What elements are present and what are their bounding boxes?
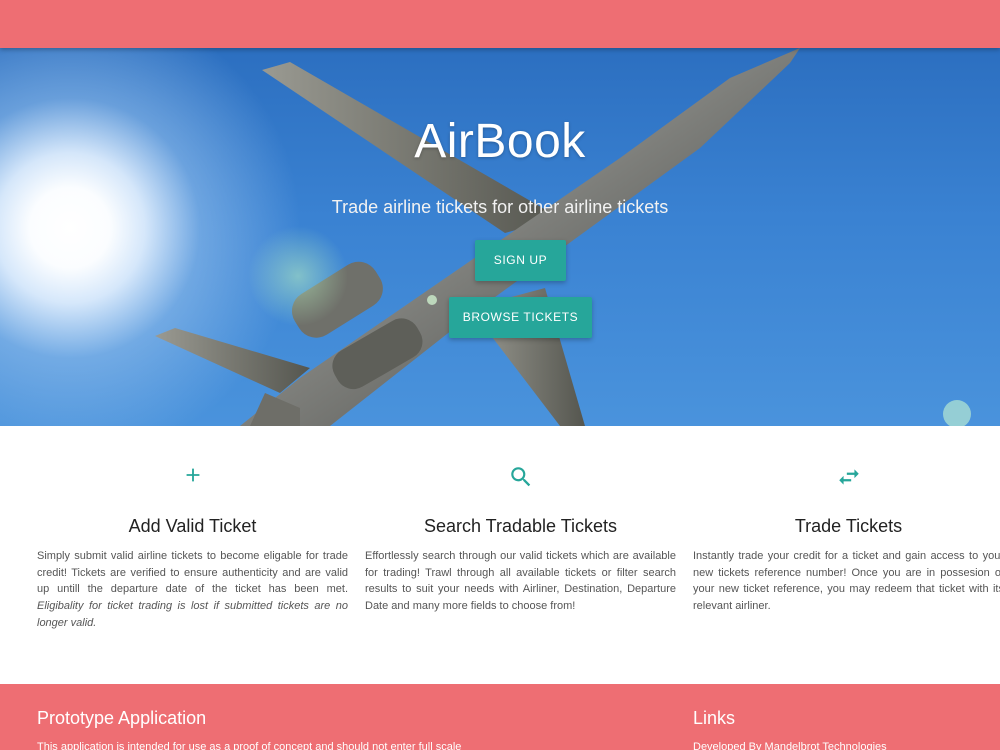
airplane-photo [155,48,971,426]
page-footer: Prototype Application This application i… [0,684,1000,750]
footer-text-left: This application is intended for use as … [37,741,462,750]
browse-tickets-button[interactable]: BROWSE TICKETS [449,297,592,338]
hero-title: AirBook [414,115,586,168]
feature-note: Eligibality for ticket trading is lost i… [37,600,348,629]
add-icon [186,468,199,482]
footer-title-left: Prototype Application [37,708,207,728]
hero-banner: AirBook Trade airline tickets for other … [0,48,1000,426]
hero-subtitle: Trade airline tickets for other airline … [331,197,669,217]
feature-title: Search Tradable Tickets [423,516,618,536]
search-icon [510,467,530,487]
footer-links-title: Links [693,708,736,728]
top-navbar [0,0,1000,48]
feature-title: Trade Tickets [794,516,903,536]
sign-up-button[interactable]: SIGN UP [475,240,566,281]
features-section: Add Valid Ticket Simply submit valid air… [0,426,1000,684]
feature-description: Effortlessly search through our valid ti… [365,550,676,613]
feature-description: Simply submit valid airline tickets to b… [37,550,348,629]
swap-icon [838,469,859,485]
footer-developer-link[interactable]: Developed By Mandelbrot Technologies [693,741,887,750]
feature-description: Instantly trade your credit for a ticket… [693,550,1000,613]
feature-title: Add Valid Ticket [128,516,257,536]
